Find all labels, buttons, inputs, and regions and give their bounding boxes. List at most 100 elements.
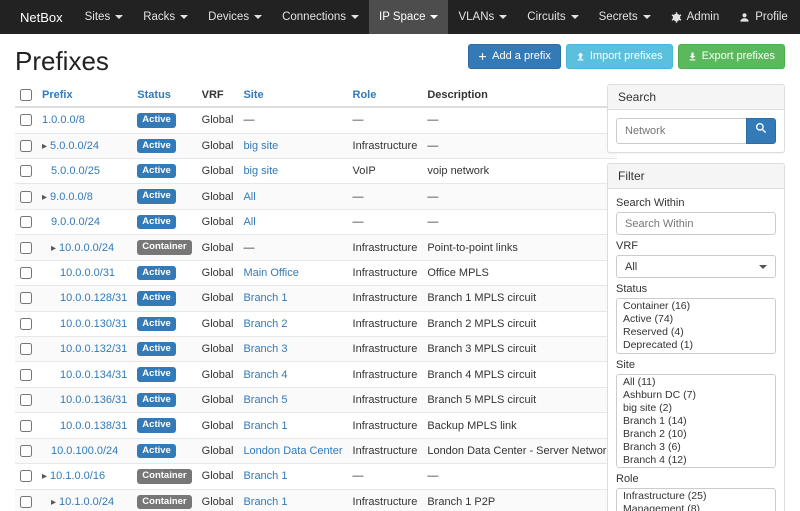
- nav-item-connections[interactable]: Connections: [272, 0, 369, 34]
- prefix-link[interactable]: 9.0.0.0/24: [51, 216, 100, 228]
- nav-item-ip-space[interactable]: IP Space: [369, 0, 448, 34]
- listbox-option[interactable]: Container (16): [617, 300, 775, 313]
- nav-item-circuits[interactable]: Circuits: [517, 0, 588, 34]
- prefix-link[interactable]: 10.1.0.0/16: [50, 470, 105, 482]
- prefix-link[interactable]: 9.0.0.0/8: [50, 191, 93, 203]
- row-checkbox[interactable]: [20, 242, 32, 254]
- prefix-link[interactable]: 10.0.0.138/31: [60, 420, 127, 432]
- site-link[interactable]: All: [243, 216, 255, 228]
- listbox-option[interactable]: big site (2): [617, 402, 775, 415]
- nav-item-vlans[interactable]: VLANs: [448, 0, 517, 34]
- prefix-link[interactable]: 10.0.0.130/31: [60, 318, 127, 330]
- table-row[interactable]: ▸10.0.0.128/31 Active Global Branch 1 In…: [15, 286, 617, 311]
- listbox-option[interactable]: Branch 4 (12): [617, 454, 775, 467]
- listbox-option[interactable]: All (11): [617, 376, 775, 389]
- prefix-link[interactable]: 10.0.0.0/31: [60, 267, 115, 279]
- column-header-status[interactable]: Status: [132, 84, 196, 107]
- site-link[interactable]: big site: [243, 165, 278, 177]
- prefix-link[interactable]: 5.0.0.0/24: [50, 140, 99, 152]
- row-checkbox[interactable]: [20, 318, 32, 330]
- column-header-role[interactable]: Role: [348, 84, 423, 107]
- listbox-option[interactable]: Infrastructure (25): [617, 490, 775, 503]
- status-listbox[interactable]: Container (16)Active (74)Reserved (4)Dep…: [616, 298, 776, 354]
- listbox-option[interactable]: Branch 3 (6): [617, 441, 775, 454]
- brand[interactable]: NetBox: [8, 0, 75, 34]
- row-checkbox[interactable]: [20, 496, 32, 508]
- table-row[interactable]: ▸10.0.0.0/31 Active Global Main Office I…: [15, 260, 617, 285]
- search-within-input[interactable]: [616, 212, 776, 235]
- row-checkbox[interactable]: [20, 140, 32, 152]
- row-checkbox[interactable]: [20, 343, 32, 355]
- site-link[interactable]: Branch 1: [243, 292, 287, 304]
- search-button[interactable]: [746, 118, 776, 144]
- vrf-select[interactable]: All: [616, 255, 776, 278]
- listbox-option[interactable]: Branch 1 (14): [617, 415, 775, 428]
- prefix-link[interactable]: 10.0.100.0/24: [51, 445, 118, 457]
- nav-item-racks[interactable]: Racks: [133, 0, 198, 34]
- nav-item-sites[interactable]: Sites: [75, 0, 134, 34]
- prefix-link[interactable]: 10.1.0.0/24: [59, 496, 114, 508]
- nav-item-devices[interactable]: Devices: [198, 0, 272, 34]
- column-header-prefix[interactable]: Prefix: [37, 84, 132, 107]
- prefix-link[interactable]: 10.0.0.132/31: [60, 343, 127, 355]
- listbox-option[interactable]: Management (8): [617, 503, 775, 511]
- prefix-link[interactable]: 10.0.0.0/24: [59, 242, 114, 254]
- row-checkbox[interactable]: [20, 394, 32, 406]
- table-row[interactable]: ▸10.0.0.136/31 Active Global Branch 5 In…: [15, 387, 617, 412]
- table-row[interactable]: ▸10.0.0.132/31 Active Global Branch 3 In…: [15, 337, 617, 362]
- table-row[interactable]: ▸9.0.0.0/24 Active Global All — —: [15, 209, 617, 234]
- listbox-option[interactable]: Branch 2 (10): [617, 428, 775, 441]
- row-checkbox[interactable]: [20, 165, 32, 177]
- row-checkbox[interactable]: [20, 216, 32, 228]
- export-prefixes-button[interactable]: Export prefixes: [678, 44, 785, 69]
- site-link[interactable]: London Data Center: [243, 445, 342, 457]
- select-all-checkbox[interactable]: [20, 89, 32, 101]
- nav-item-profile[interactable]: Profile: [729, 0, 798, 34]
- prefix-link[interactable]: 5.0.0.0/25: [51, 165, 100, 177]
- table-row[interactable]: ▸10.1.0.0/16 Container Global Branch 1 —…: [15, 464, 617, 489]
- site-link[interactable]: Branch 3: [243, 343, 287, 355]
- nav-item-secrets[interactable]: Secrets: [589, 0, 661, 34]
- site-link[interactable]: All: [243, 191, 255, 203]
- import-prefixes-button[interactable]: Import prefixes: [566, 44, 673, 69]
- site-link[interactable]: Branch 1: [243, 470, 287, 482]
- prefix-link[interactable]: 10.0.0.136/31: [60, 394, 127, 406]
- row-checkbox[interactable]: [20, 292, 32, 304]
- row-checkbox[interactable]: [20, 420, 32, 432]
- table-row[interactable]: ▸10.1.0.0/24 Container Global Branch 1 I…: [15, 489, 617, 511]
- listbox-option[interactable]: Active (74): [617, 313, 775, 326]
- site-link[interactable]: Branch 4: [243, 369, 287, 381]
- role-listbox[interactable]: Infrastructure (25)Management (8)Private…: [616, 488, 776, 511]
- search-input[interactable]: [616, 118, 746, 144]
- site-link[interactable]: Branch 1: [243, 420, 287, 432]
- table-row[interactable]: ▸10.0.0.134/31 Active Global Branch 4 In…: [15, 362, 617, 387]
- row-checkbox[interactable]: [20, 114, 32, 126]
- row-checkbox[interactable]: [20, 470, 32, 482]
- row-checkbox[interactable]: [20, 445, 32, 457]
- table-row[interactable]: ▸10.0.0.0/24 Container Global — Infrastr…: [15, 235, 617, 260]
- table-row[interactable]: ▸10.0.100.0/24 Active Global London Data…: [15, 438, 617, 463]
- table-row[interactable]: ▸5.0.0.0/25 Active Global big site VoIP …: [15, 158, 617, 183]
- row-checkbox[interactable]: [20, 267, 32, 279]
- nav-item-admin[interactable]: Admin: [661, 0, 730, 34]
- table-row[interactable]: ▸10.0.0.130/31 Active Global Branch 2 In…: [15, 311, 617, 336]
- prefix-link[interactable]: 1.0.0.0/8: [42, 114, 85, 126]
- site-link[interactable]: Branch 2: [243, 318, 287, 330]
- table-row[interactable]: ▸10.0.0.138/31 Active Global Branch 1 In…: [15, 413, 617, 438]
- row-checkbox[interactable]: [20, 191, 32, 203]
- add-prefix-button[interactable]: Add a prefix: [468, 44, 561, 69]
- table-row[interactable]: ▸1.0.0.0/8 Active Global — — —: [15, 107, 617, 133]
- site-link[interactable]: Branch 1: [243, 496, 287, 508]
- listbox-option[interactable]: Ashburn DC (7): [617, 389, 775, 402]
- row-checkbox[interactable]: [20, 369, 32, 381]
- prefix-link[interactable]: 10.0.0.128/31: [60, 292, 127, 304]
- listbox-option[interactable]: Deprecated (1): [617, 339, 775, 352]
- site-link[interactable]: big site: [243, 140, 278, 152]
- listbox-option[interactable]: Reserved (4): [617, 326, 775, 339]
- site-link[interactable]: Main Office: [243, 267, 298, 279]
- listbox-option[interactable]: Branch 5 (7): [617, 467, 775, 468]
- prefix-link[interactable]: 10.0.0.134/31: [60, 369, 127, 381]
- site-listbox[interactable]: All (11)Ashburn DC (7)big site (2)Branch…: [616, 374, 776, 468]
- table-row[interactable]: ▸9.0.0.0/8 Active Global All — —: [15, 184, 617, 209]
- table-row[interactable]: ▸5.0.0.0/24 Active Global big site Infra…: [15, 133, 617, 158]
